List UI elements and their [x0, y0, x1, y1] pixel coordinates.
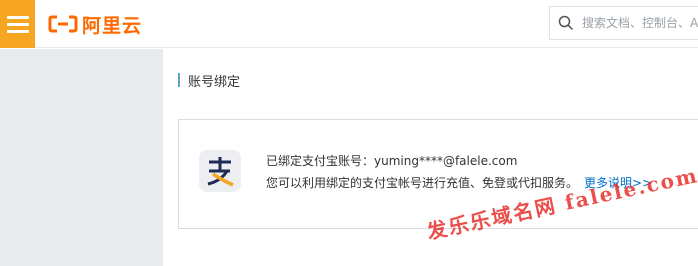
logo-text: 阿里云 [82, 14, 143, 37]
menu-icon [6, 15, 29, 19]
binding-description-text: 您可以利用绑定的支付宝帐号进行充值、免登或代扣服务。 [266, 176, 579, 190]
search-icon [558, 15, 574, 31]
search-input[interactable] [582, 16, 698, 30]
sidebar [0, 49, 163, 266]
search-box[interactable] [549, 6, 698, 40]
logo[interactable]: 阿里云 [48, 12, 143, 37]
aliyun-logo-icon [48, 15, 78, 33]
section-title: 账号绑定 [178, 72, 241, 90]
title-accent-bar [178, 73, 180, 87]
alipay-icon [199, 150, 241, 192]
top-bar: 阿里云 [0, 0, 698, 48]
menu-button[interactable] [0, 0, 35, 48]
page-title: 账号绑定 [188, 74, 241, 90]
bound-account-text: 已绑定支付宝账号：yuming****@falele.com [266, 154, 518, 168]
